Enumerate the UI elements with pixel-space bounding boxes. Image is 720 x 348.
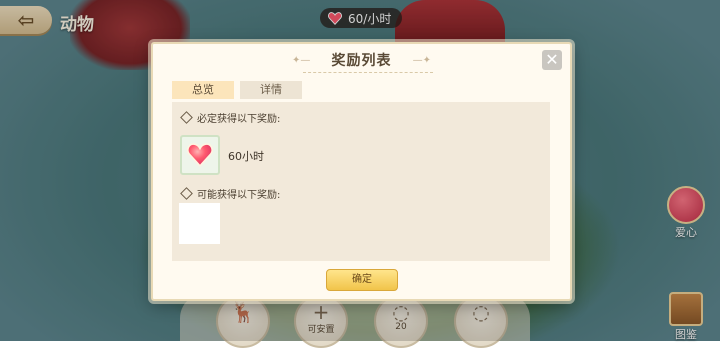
diamond-icon <box>180 111 193 124</box>
reward-list-dialog: ✦— 奖励列表 —✦ ✕ 总览 详情 必定获得以下奖励: 60小时 可能获得以下… <box>151 42 572 301</box>
diamond-icon <box>180 187 193 200</box>
possible-section-label: 可能获得以下奖励: <box>180 186 280 201</box>
reward-panel: 必定获得以下奖励: 60小时 可能获得以下奖励: <box>172 102 550 261</box>
close-icon: ✕ <box>545 50 559 69</box>
guaranteed-section-label: 必定获得以下奖励: <box>180 110 280 125</box>
confirm-button[interactable]: 确定 <box>326 269 398 291</box>
tab-bar: 总览 详情 <box>172 81 302 99</box>
title-divider <box>303 72 433 73</box>
possible-reward-slot[interactable] <box>179 203 220 244</box>
guaranteed-label-text: 必定获得以下奖励: <box>197 114 281 125</box>
possible-label-text: 可能获得以下奖励: <box>197 190 281 201</box>
reward-item-label: 60小时 <box>228 150 264 163</box>
dialog-title: 奖励列表 <box>331 53 392 69</box>
tab-overview[interactable]: 总览 <box>172 81 234 99</box>
reward-item-slot[interactable] <box>180 135 220 175</box>
close-button[interactable]: ✕ <box>542 50 562 70</box>
ornament-icon: ✦— <box>292 55 311 66</box>
heart-icon <box>187 143 213 167</box>
ornament-icon: —✦ <box>412 55 431 66</box>
tab-details[interactable]: 详情 <box>240 81 302 99</box>
dialog-header: ✦— 奖励列表 —✦ <box>153 50 570 70</box>
